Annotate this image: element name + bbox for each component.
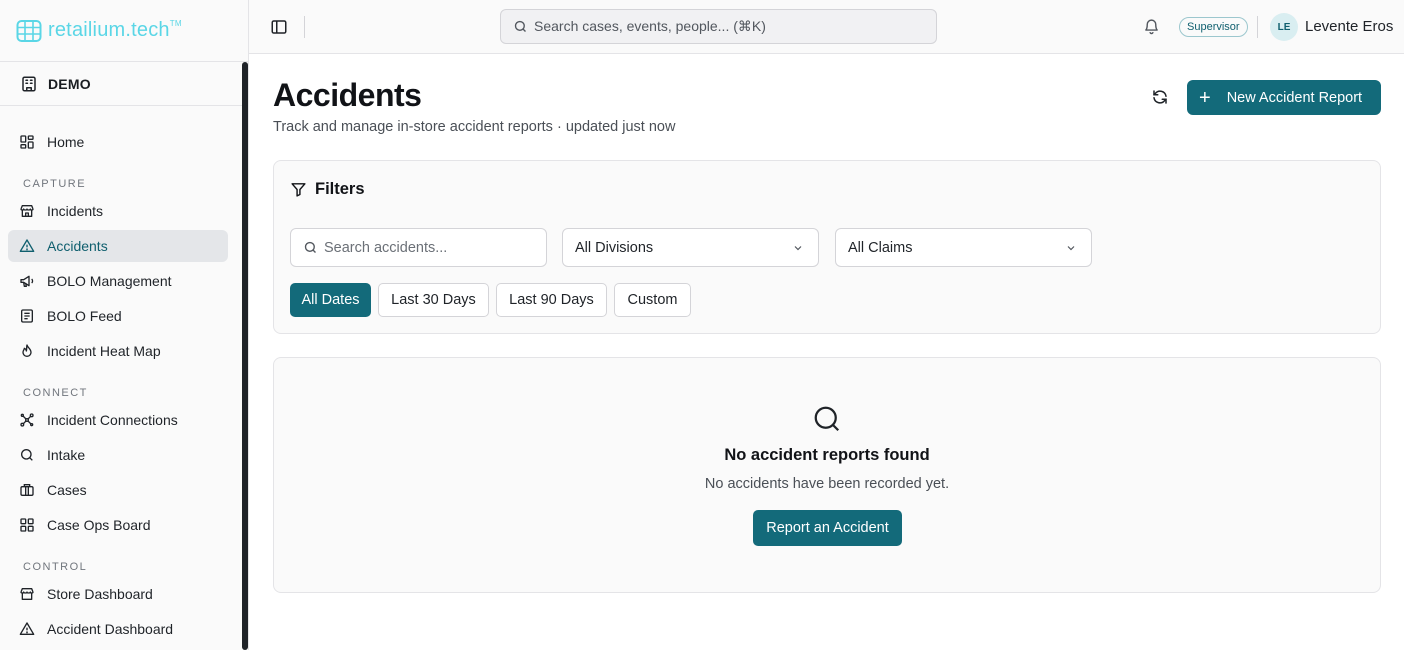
feed-icon [19, 308, 35, 324]
accident-search-input[interactable]: Search accidents... [290, 228, 547, 267]
search-icon [19, 447, 35, 463]
flame-icon [19, 343, 35, 359]
plus-icon: + [1199, 86, 1211, 109]
building-icon [22, 76, 36, 91]
sidebar-item-label: Cases [47, 482, 87, 498]
network-icon [19, 412, 35, 428]
sidebar-item-label: BOLO Feed [47, 308, 122, 324]
date-filter-custom[interactable]: Custom [614, 283, 691, 317]
sidebar-item-accident-dashboard[interactable]: Accident Dashboard [8, 613, 228, 645]
refresh-icon[interactable] [1151, 88, 1169, 106]
date-filter-all-dates[interactable]: All Dates [290, 283, 371, 317]
new-accident-report-button[interactable]: + New Accident Report [1187, 80, 1381, 115]
sidebar-item-label: BOLO Management [47, 273, 172, 289]
top-bar: Search cases, events, people... (⌘K) Sup… [249, 0, 1404, 54]
report-accident-button[interactable]: Report an Accident [753, 510, 902, 546]
sidebar-item-label: Incidents [47, 203, 104, 219]
store-icon [19, 586, 35, 602]
claims-select-value: All Claims [848, 239, 913, 256]
sidebar-nav: Home CAPTURE Incidents Accidents BOLO Ma… [0, 106, 242, 645]
global-search-placeholder: Search cases, events, people... (⌘K) [534, 18, 766, 34]
division-select-value: All Divisions [575, 239, 654, 256]
chevron-down-icon [794, 245, 802, 250]
warning-triangle-icon [19, 621, 35, 637]
sidebar: retailium.techTM DEMO Home CAPTURE Incid… [0, 0, 249, 650]
megaphone-icon [19, 273, 35, 289]
sidebar-item-intake[interactable]: Intake [8, 439, 228, 471]
sidebar-item-cases[interactable]: Cases [8, 474, 228, 506]
bell-icon[interactable] [1143, 18, 1160, 40]
sidebar-item-incidents[interactable]: Incidents [8, 195, 228, 227]
sidebar-item-label: Incident Connections [47, 412, 178, 428]
sidebar-item-label: Store Dashboard [47, 586, 153, 602]
sidebar-item-label: Accident Dashboard [47, 621, 174, 637]
role-badge: Supervisor [1179, 17, 1248, 37]
division-select[interactable]: All Divisions [562, 228, 819, 267]
sidebar-item-label: Intake [47, 447, 86, 463]
sidebar-item-accidents[interactable]: Accidents [8, 230, 228, 262]
sidebar-item-bolo-management[interactable]: BOLO Management [8, 265, 228, 297]
sidebar-item-store-dashboard[interactable]: Store Dashboard [8, 578, 228, 610]
sidebar-item-case-ops-board[interactable]: Case Ops Board [8, 509, 228, 541]
accident-search-placeholder: Search accidents... [324, 239, 448, 256]
search-icon [812, 404, 842, 439]
brand-logo[interactable]: retailium.techTM [0, 0, 248, 62]
avatar[interactable]: LE [1270, 13, 1298, 41]
date-filter-last-30-days[interactable]: Last 30 Days [378, 283, 489, 317]
page-title: Accidents [273, 77, 422, 113]
page-subtitle: Track and manage in-store accident repor… [273, 119, 676, 135]
search-icon [304, 241, 316, 253]
sidebar-item-incident-connections[interactable]: Incident Connections [8, 404, 228, 436]
brand-name: retailium.techTM [48, 19, 182, 41]
empty-state-title: No accident reports found [724, 446, 930, 464]
empty-state-subtitle: No accidents have been recorded yet. [704, 476, 950, 492]
divider [1257, 16, 1258, 38]
claims-select[interactable]: All Claims [835, 228, 1092, 267]
new-accident-report-label: New Accident Report [1226, 89, 1363, 106]
sidebar-item-label: Accidents [47, 238, 108, 254]
user-name[interactable]: Levente Eros [1305, 18, 1393, 35]
chevron-down-icon [1067, 245, 1075, 250]
sidebar-item-bolo-feed[interactable]: BOLO Feed [8, 300, 228, 332]
logo-icon [16, 19, 42, 42]
section-label-capture: CAPTURE [23, 178, 87, 190]
sidebar-item-label: Home [47, 134, 85, 150]
sidebar-scrollbar[interactable] [242, 62, 248, 650]
global-search-input[interactable]: Search cases, events, people... (⌘K) [500, 9, 937, 44]
grid-icon [19, 134, 35, 150]
warning-triangle-icon [19, 238, 35, 254]
org-switcher[interactable]: DEMO [0, 62, 242, 106]
sidebar-item-label: Case Ops Board [47, 517, 151, 533]
sidebar-item-label: Incident Heat Map [47, 343, 161, 359]
section-label-control: CONTROL [23, 561, 88, 573]
briefcase-icon [19, 482, 35, 498]
sidebar-item-incident-heat-map[interactable]: Incident Heat Map [8, 335, 228, 367]
empty-state: No accident reports found No accidents h… [273, 357, 1381, 593]
filters-title: Filters [290, 180, 365, 199]
section-label-connect: CONNECT [23, 387, 88, 399]
sidebar-item-home[interactable]: Home [8, 126, 228, 158]
main-content: Accidents Track and manage in-store acci… [249, 55, 1404, 650]
sidebar-toggle-icon[interactable] [270, 18, 288, 36]
org-label: DEMO [48, 75, 91, 92]
filter-icon [291, 183, 306, 197]
store-icon [19, 203, 35, 219]
divider [304, 16, 305, 38]
filters-panel: Filters Search accidents... All Division… [273, 160, 1381, 334]
search-icon [514, 20, 526, 32]
grid-icon [19, 517, 35, 533]
date-filter-last-90-days[interactable]: Last 90 Days [496, 283, 607, 317]
